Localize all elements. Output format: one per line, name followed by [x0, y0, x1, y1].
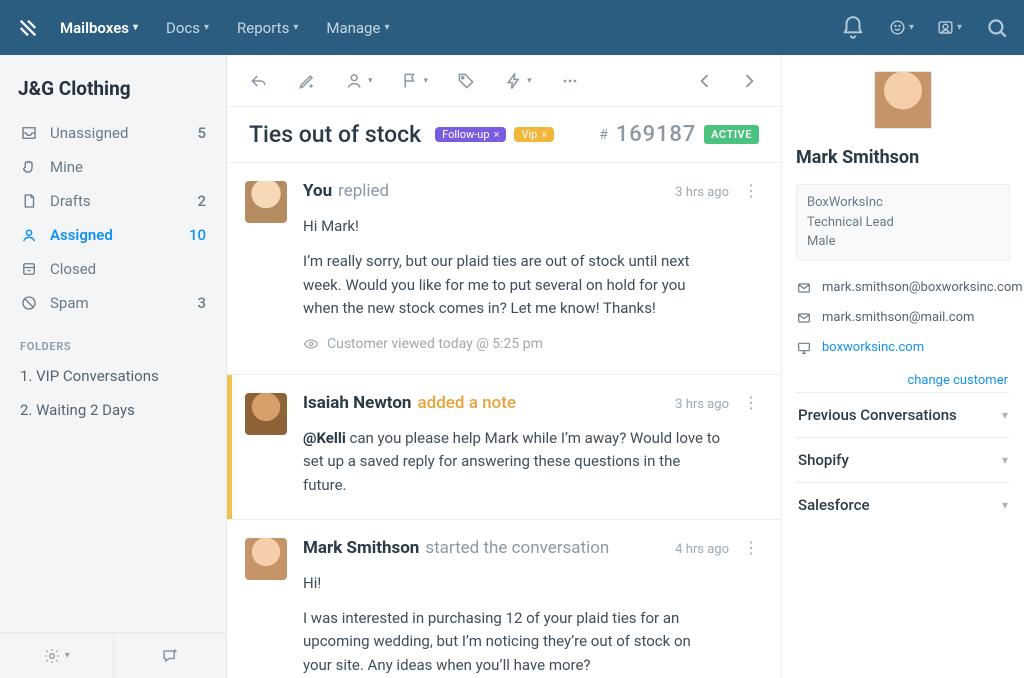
- customer-avatar: [874, 71, 932, 129]
- status-button[interactable]: ▾: [401, 71, 429, 91]
- customer-panel: Mark Smithson BoxWorksInc Technical Lead…: [781, 55, 1024, 678]
- sidebar-item-drafts[interactable]: Drafts 2: [12, 184, 214, 218]
- search-icon[interactable]: [984, 15, 1010, 41]
- folders-heading: FOLDERS: [0, 320, 226, 359]
- sidebar-item-spam[interactable]: Spam 3: [12, 286, 214, 320]
- tag-vip[interactable]: Vip×: [514, 127, 554, 142]
- conversation-toolbar: ▾ ▾ ▾: [227, 55, 781, 107]
- document-icon: [20, 192, 38, 210]
- avatar: [245, 538, 287, 580]
- main-panel: ▾ ▾ ▾ Ties out of stock Follow-up× Vip× …: [227, 55, 781, 678]
- mail-icon: [796, 310, 812, 326]
- monitor-icon: [796, 340, 812, 356]
- sidebar: J&G Clothing Unassigned 5 Mine Drafts 2 …: [0, 55, 227, 678]
- mailbox-title: J&G Clothing: [0, 55, 226, 116]
- message-menu-icon[interactable]: ⋮: [743, 181, 759, 200]
- hand-icon: [20, 158, 38, 176]
- sidebar-item-assigned[interactable]: Assigned 10: [12, 218, 214, 252]
- smile-icon[interactable]: ▾: [888, 15, 914, 41]
- thread-item-reply: You replied 3 hrs ago ⋮ Hi Mark! I’m rea…: [227, 163, 781, 375]
- status-badge: ACTIVE: [704, 125, 759, 144]
- mail-icon: [796, 280, 812, 296]
- archive-icon: [20, 260, 38, 278]
- eye-icon: [303, 336, 319, 352]
- message-menu-icon[interactable]: ⋮: [743, 393, 759, 412]
- gear-icon: [43, 647, 61, 665]
- customer-meta: BoxWorksInc Technical Lead Male: [796, 184, 1010, 261]
- app-logo: [14, 14, 42, 42]
- section-shopify[interactable]: Shopify▾: [796, 437, 1010, 482]
- conversation-subject: Ties out of stock: [249, 121, 421, 148]
- note-button[interactable]: [297, 71, 317, 91]
- sidebar-item-unassigned[interactable]: Unassigned 5: [12, 116, 214, 150]
- inbox-icon: [20, 124, 38, 142]
- sidebar-item-mine[interactable]: Mine: [12, 150, 214, 184]
- viewed-indicator: Customer viewed today @ 5:25 pm: [303, 336, 759, 352]
- tag-remove-icon[interactable]: ×: [494, 129, 500, 140]
- thread: You replied 3 hrs ago ⋮ Hi Mark! I’m rea…: [227, 163, 781, 678]
- customer-website[interactable]: boxworksinc.com: [796, 337, 1010, 359]
- ban-icon: [20, 294, 38, 312]
- bell-icon[interactable]: [840, 15, 866, 41]
- folder-waiting[interactable]: 2. Waiting 2 Days: [0, 393, 226, 427]
- nav-docs[interactable]: Docs▾: [166, 19, 209, 37]
- tag-remove-icon[interactable]: ×: [541, 129, 547, 140]
- section-previous-conversations[interactable]: Previous Conversations▾: [796, 392, 1010, 437]
- workflow-button[interactable]: ▾: [504, 71, 532, 91]
- message-menu-icon[interactable]: ⋮: [743, 538, 759, 557]
- customer-name: Mark Smithson: [796, 147, 1010, 168]
- folder-vip[interactable]: 1. VIP Conversations: [0, 359, 226, 393]
- thread-item-start: Mark Smithson started the conversation 4…: [227, 520, 781, 678]
- new-conversation-button[interactable]: [113, 633, 227, 678]
- nav-reports[interactable]: Reports▾: [237, 19, 298, 37]
- change-customer-link[interactable]: change customer: [796, 367, 1010, 392]
- section-salesforce[interactable]: Salesforce▾: [796, 482, 1010, 527]
- chat-plus-icon: [160, 646, 180, 666]
- assign-button[interactable]: ▾: [345, 71, 373, 91]
- avatar: [245, 393, 287, 435]
- customer-email-secondary[interactable]: mark.smithson@mail.com: [796, 307, 1010, 329]
- conversation-id: 169187: [616, 122, 696, 147]
- user-icon: [20, 226, 38, 244]
- reply-button[interactable]: [249, 71, 269, 91]
- customer-email-primary[interactable]: mark.smithson@boxworksinc.com: [796, 277, 1010, 299]
- tag-followup[interactable]: Follow-up×: [435, 127, 506, 142]
- person-icon[interactable]: ▾: [936, 15, 962, 41]
- top-nav: Mailboxes▾ Docs▾ Reports▾ Manage▾ ▾ ▾: [0, 0, 1024, 55]
- conversation-header: Ties out of stock Follow-up× Vip× # 1691…: [227, 107, 781, 163]
- sidebar-settings-button[interactable]: ▾: [0, 633, 113, 678]
- avatar: [245, 181, 287, 223]
- prev-conversation-button[interactable]: [695, 71, 715, 91]
- nav-manage[interactable]: Manage▾: [326, 19, 389, 37]
- nav-mailboxes[interactable]: Mailboxes▾: [60, 19, 138, 37]
- more-button[interactable]: [560, 71, 580, 91]
- next-conversation-button[interactable]: [739, 71, 759, 91]
- thread-item-note: Isaiah Newton added a note 3 hrs ago ⋮ @…: [227, 375, 781, 520]
- tag-button[interactable]: [456, 71, 476, 91]
- sidebar-item-closed[interactable]: Closed: [12, 252, 214, 286]
